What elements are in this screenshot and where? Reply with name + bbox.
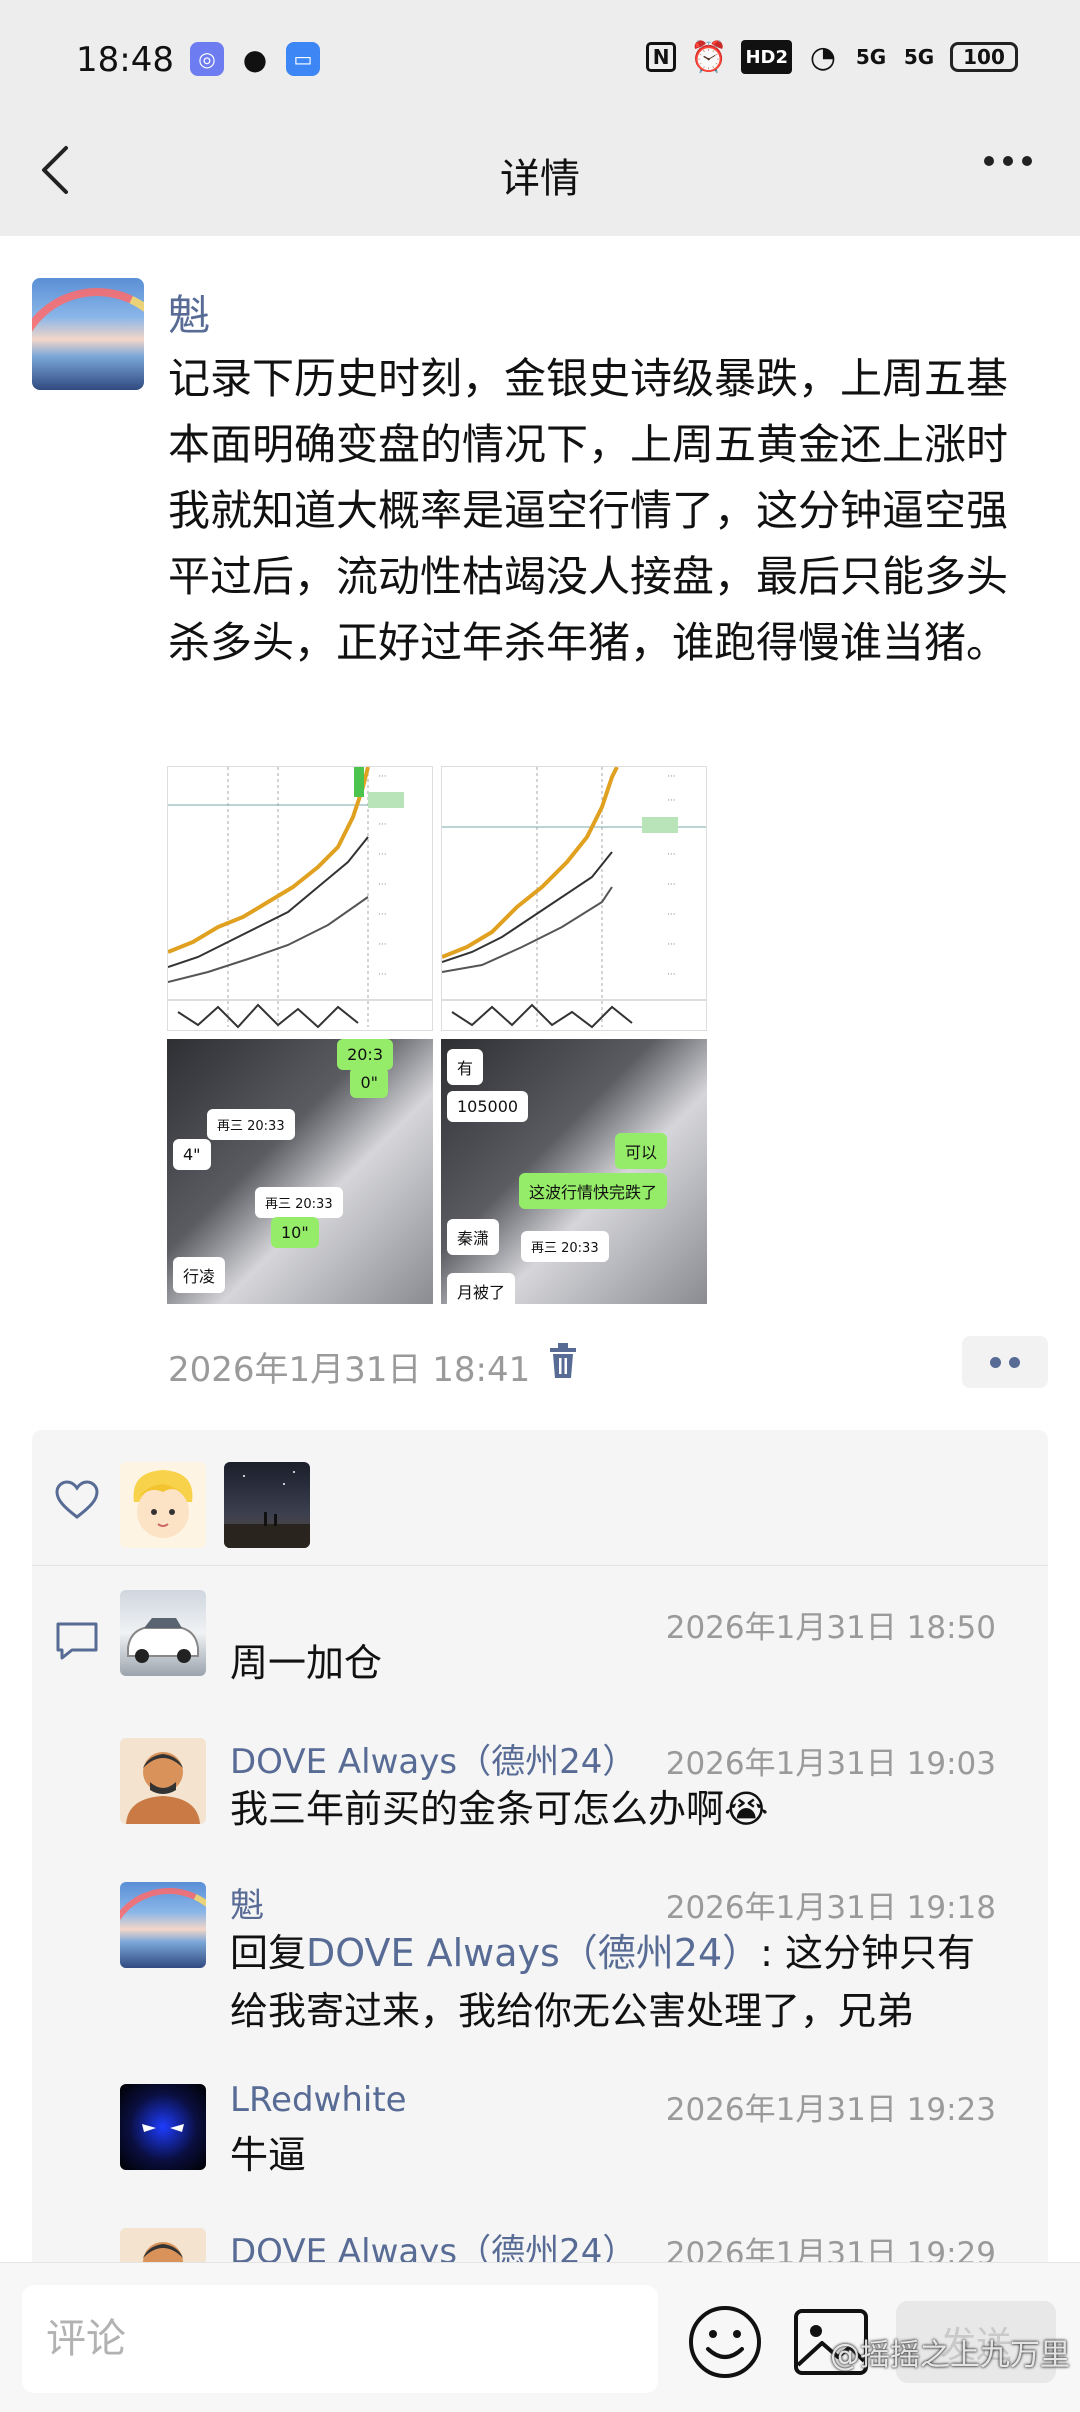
comment-icon (56, 1622, 98, 1660)
candlestick-chart-graphic: ··· ··· ··· ··· ··· ··· ··· (168, 767, 432, 1029)
more-dot-icon (1022, 156, 1032, 166)
rainbow-graphic (120, 1882, 206, 1968)
svg-text:···: ··· (378, 940, 387, 950)
app-notification-icon: ◎ (190, 42, 224, 76)
chat-bubble: 4" (173, 1139, 211, 1170)
post-image-grid: ··· ··· ··· ··· ··· ··· ··· ··· ··· ··· … (167, 766, 710, 1304)
commenter-name[interactable]: LRedwhite (230, 2080, 407, 2120)
top-bar: 18:48 ◎ ● ▭ N ⏰ HD2 ◔ 5G 5G 100 详情 (0, 0, 1080, 236)
chat-bubble: 10" (271, 1217, 319, 1248)
svg-text:···: ··· (378, 820, 387, 830)
chat-bubble: 这波行情快完跌了 (518, 1173, 667, 1209)
svg-text:···: ··· (667, 796, 676, 806)
svg-text:···: ··· (667, 880, 676, 890)
svg-text:···: ··· (667, 970, 676, 980)
post-image-chat-screenshot-1[interactable]: 20:3 0" 再三 20:33 4" 再三 20:33 10" 行凌 (167, 1039, 433, 1304)
chat-bubble: 20:3 (337, 1039, 393, 1070)
liker-avatar[interactable] (224, 1462, 310, 1548)
chat-bubble: 可以 (614, 1133, 667, 1169)
dot-icon (1009, 1356, 1020, 1368)
author-name[interactable]: 魁 (168, 282, 210, 343)
nfc-icon: N (646, 42, 677, 72)
more-options-button[interactable] (984, 156, 1032, 166)
comment-time: 2026年1月31日 19:23 (665, 2092, 996, 2128)
svg-text:···: ··· (378, 910, 387, 920)
emoji-icon[interactable] (686, 2303, 764, 2381)
muscle-man-avatar-icon (126, 1752, 200, 1824)
commenter-name[interactable]: DOVE Always（德州24） (230, 1734, 636, 1783)
comment-text[interactable]: 我三年前买的金条可怎么办啊😭 (230, 1780, 1010, 1838)
more-dot-icon (1003, 156, 1013, 166)
svg-text:···: ··· (667, 772, 676, 782)
comment-text[interactable]: 回复DOVE Always（德州24）: 这分钟只有给我寄过来，我给你无公害处理… (230, 1924, 1010, 2040)
comment-time: 2026年1月31日 19:18 (665, 1890, 996, 1926)
author-avatar[interactable] (32, 278, 144, 390)
chat-bubble: 再三 20:33 (207, 1109, 295, 1140)
chat-bubble: 再三 20:33 (521, 1231, 609, 1262)
alarm-icon: ⏰ (690, 39, 728, 75)
cartoon-boy-avatar-icon (133, 1470, 193, 1538)
svg-text:···: ··· (378, 970, 387, 980)
post-image-silver-chart[interactable]: ··· ··· ··· ··· ··· ··· ··· (441, 766, 707, 1031)
wechat-notification-icon: ● (242, 42, 268, 76)
wifi-icon: ◔ (809, 39, 837, 75)
night-landscape-avatar-icon (224, 1471, 310, 1548)
comment-input[interactable] (22, 2285, 658, 2393)
post-image-gold-chart[interactable]: ··· ··· ··· ··· ··· ··· ··· (167, 766, 433, 1031)
commenter-avatar[interactable] (120, 1738, 206, 1824)
svg-text:···: ··· (667, 940, 676, 950)
dark-eyes-avatar-icon (142, 2124, 184, 2132)
status-indicators: N ⏰ HD2 ◔ 5G 5G 100 (646, 39, 1018, 75)
comment-text[interactable]: 周一加仓 (230, 1634, 1010, 1692)
chat-bubble: 有 (447, 1049, 484, 1085)
folder-notification-icon: ▭ (286, 42, 320, 76)
chat-bubble: 105000 (447, 1091, 529, 1122)
likes-row (32, 1430, 1048, 1566)
liker-avatar[interactable] (120, 1462, 206, 1548)
battery-icon: 100 (950, 42, 1018, 72)
candlestick-chart-graphic: ··· ··· ··· ··· ··· ··· ··· (442, 767, 706, 1029)
svg-text:···: ··· (378, 772, 387, 782)
commenter-avatar[interactable] (120, 1882, 206, 1968)
commenter-avatar[interactable] (120, 2084, 206, 2170)
post-text: 记录下历史时刻，金银史诗级暴跌，上周五基本面明确变盘的情况下，上周五黄金还上涨时… (168, 354, 1009, 667)
reply-to-name[interactable]: DOVE Always（德州24） (306, 1931, 760, 1975)
page-title: 详情 (500, 156, 580, 202)
chat-bubble: 月被了 (447, 1273, 516, 1304)
heart-icon (55, 1480, 99, 1519)
chat-bubble: 再三 20:33 (255, 1187, 343, 1218)
watermark: @摇摇之上九万里 (830, 2338, 1070, 2373)
svg-text:···: ··· (378, 880, 387, 890)
interactions-panel: 2026年1月31日 18:50 周一加仓 DOVE Always（德州24） … (32, 1430, 1048, 2270)
commenter-name[interactable]: 魁 (230, 1878, 264, 1927)
chat-bubble: 行凌 (173, 1257, 226, 1293)
commenter-avatar[interactable] (120, 1590, 206, 1676)
hd-voice-icon: HD2 (741, 40, 792, 74)
rainbow-graphic (32, 278, 144, 390)
trash-icon[interactable] (548, 1342, 578, 1380)
dot-icon (990, 1356, 1001, 1368)
svg-text:···: ··· (667, 850, 676, 860)
status-time: 18:48 (76, 40, 174, 80)
signal-5g-icon: 5G (855, 45, 887, 69)
post-image-chat-screenshot-2[interactable]: 有 105000 可以 这波行情快完跌了 再三 20:33 秦潇 月被了 (441, 1039, 707, 1304)
signal-5g-2-icon: 5G (903, 45, 935, 69)
post-timestamp: 2026年1月31日 18:41 (168, 1350, 531, 1390)
reply-prefix: 回复 (230, 1931, 307, 1975)
comment-time: 2026年1月31日 19:03 (665, 1746, 996, 1782)
chat-bubble: 秦潇 (447, 1219, 500, 1255)
svg-text:···: ··· (667, 910, 676, 920)
like-comment-menu-button[interactable] (962, 1336, 1048, 1388)
status-app-icons: ◎ ● ▭ (190, 42, 320, 76)
more-dot-icon (984, 156, 994, 166)
svg-text:···: ··· (378, 850, 387, 860)
chat-bubble: 0" (350, 1067, 388, 1098)
comment-text[interactable]: 牛逼 (230, 2126, 1010, 2184)
car-avatar-icon (127, 1618, 199, 1663)
